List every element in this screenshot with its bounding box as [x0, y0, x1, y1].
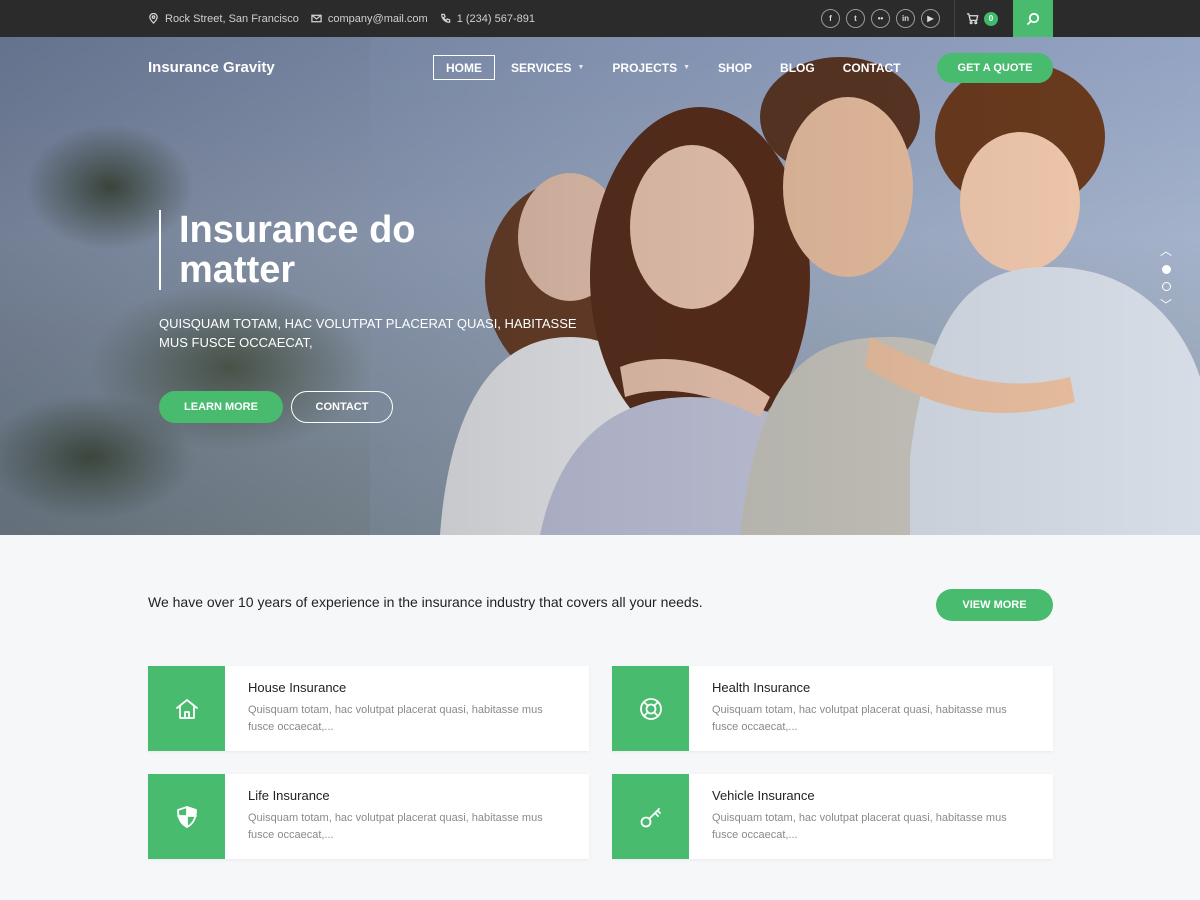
service-description: Quisquam totam, hac volutpat placerat qu… [248, 704, 543, 733]
service-description: Quisquam totam, hac volutpat placerat qu… [712, 812, 1007, 841]
service-card-health[interactable]: Health Insurance Quisquam totam, hac vol… [612, 666, 1053, 751]
service-icon-box [612, 666, 689, 751]
caret-down-icon: ▼ [683, 64, 691, 71]
service-title[interactable]: Life Insurance [248, 788, 330, 803]
lifebuoy-icon [639, 697, 662, 720]
nav-projects-label: PROJECTS [612, 60, 678, 75]
flickr-icon[interactable]: •• [871, 9, 890, 28]
email-text[interactable]: company@mail.com [328, 13, 428, 25]
nav-shop-label: SHOP [718, 60, 753, 75]
service-icon-box [148, 666, 225, 751]
top-bar: Rock Street, San Francisco company@mail.… [0, 0, 1200, 37]
key-icon [640, 807, 661, 827]
service-icon-box [148, 774, 225, 859]
address-item: Rock Street, San Francisco [148, 13, 299, 25]
service-card-vehicle[interactable]: Vehicle Insurance Quisquam totam, hac vo… [612, 774, 1053, 859]
slider-controls: ︿ ﹀ [1160, 245, 1172, 311]
service-title[interactable]: House Insurance [248, 680, 346, 695]
service-card-house[interactable]: House Insurance Quisquam totam, hac volu… [148, 666, 589, 751]
nav-blog[interactable]: BLOG [768, 55, 827, 80]
contact-button[interactable]: CONTACT [291, 391, 393, 423]
service-title[interactable]: Health Insurance [712, 680, 810, 695]
service-title[interactable]: Vehicle Insurance [712, 788, 815, 803]
nav-blog-label: BLOG [780, 60, 815, 75]
facebook-icon[interactable]: f [821, 9, 840, 28]
shield-icon [176, 805, 197, 828]
social-links: f t •• in ▶ [821, 9, 940, 28]
service-description: Quisquam totam, hac volutpat placerat qu… [712, 704, 1007, 733]
cart-count-badge: 0 [984, 11, 998, 26]
contact-info: Rock Street, San Francisco company@mail.… [148, 0, 535, 37]
cart-button[interactable]: 0 [966, 0, 998, 37]
map-pin-icon [149, 13, 158, 24]
slide-dot-1[interactable] [1161, 265, 1171, 274]
intro-text: We have over 10 years of experience in t… [148, 594, 703, 610]
envelope-icon [311, 14, 322, 23]
slide-dot-2[interactable] [1161, 282, 1171, 291]
search-icon [1026, 12, 1040, 25]
address-text: Rock Street, San Francisco [165, 12, 299, 25]
nav-services-label: SERVICES [511, 60, 572, 75]
chevron-up-icon[interactable]: ︿ [1160, 245, 1172, 257]
nav-projects[interactable]: PROJECTS ▼ [600, 55, 702, 80]
hero-slider: Insurance Gravity HOME SERVICES ▼ PROJECT… [0, 37, 1200, 535]
search-button[interactable] [1013, 0, 1053, 37]
nav-contact-label: CONTACT [842, 60, 901, 75]
service-icon-box [612, 774, 689, 859]
nav-services[interactable]: SERVICES ▼ [499, 55, 596, 80]
learn-more-button[interactable]: LEARN MORE [159, 391, 283, 423]
hero-heading-block: Insurance do matter [159, 210, 499, 290]
service-card-life[interactable]: Life Insurance Quisquam totam, hac volut… [148, 774, 589, 859]
view-more-button[interactable]: VIEW MORE [936, 589, 1053, 621]
divider [954, 0, 955, 37]
site-logo[interactable]: Insurance Gravity [148, 59, 275, 76]
chevron-down-icon[interactable]: ﹀ [1160, 299, 1172, 311]
main-nav: HOME SERVICES ▼ PROJECTS ▼ SHOP BLOG CONTA… [433, 55, 917, 80]
phone-text[interactable]: 1 (234) 567-891 [457, 13, 535, 25]
caret-down-icon: ▼ [577, 64, 585, 71]
email-item[interactable]: company@mail.com [311, 13, 428, 25]
service-description: Quisquam totam, hac volutpat placerat qu… [248, 812, 543, 841]
phone-item[interactable]: 1 (234) 567-891 [440, 13, 535, 25]
phone-icon [440, 13, 450, 23]
nav-contact[interactable]: CONTACT [831, 55, 913, 80]
nav-home-label: HOME [446, 60, 482, 75]
cart-icon [966, 13, 979, 25]
linkedin-icon[interactable]: in [896, 9, 915, 28]
house-icon [175, 698, 198, 719]
youtube-icon[interactable]: ▶ [921, 9, 940, 28]
get-quote-button[interactable]: GET A QUOTE [937, 53, 1053, 83]
nav-shop[interactable]: SHOP [706, 55, 764, 80]
hero-title: Insurance do matter [179, 209, 416, 291]
nav-home[interactable]: HOME [433, 55, 495, 80]
hero-subtitle: QUISQUAM TOTAM, HAC VOLUTPAT PLACERAT QU… [159, 316, 577, 350]
twitter-icon[interactable]: t [846, 9, 865, 28]
